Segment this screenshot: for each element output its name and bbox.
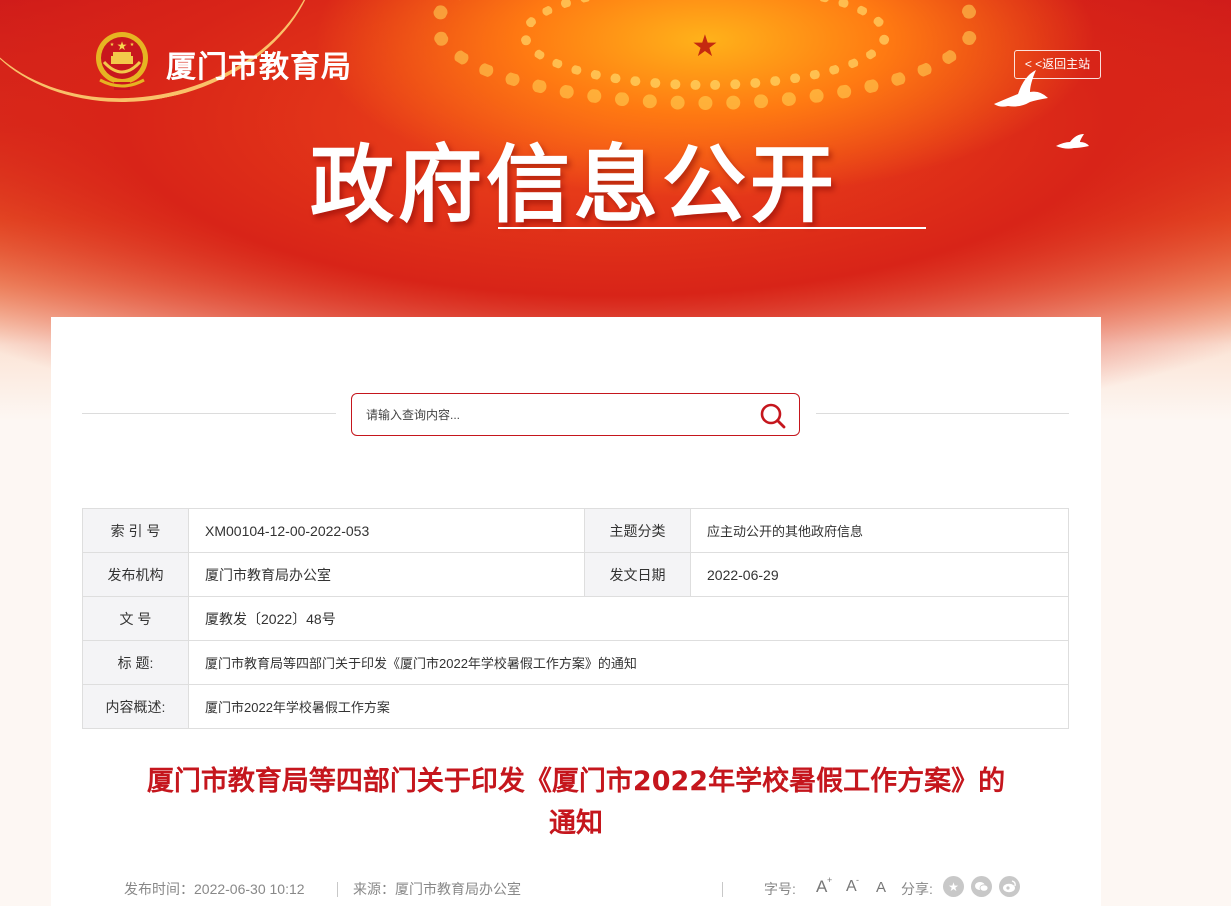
national-emblem-icon: ★ ★ ★	[96, 32, 148, 90]
font-size-large-button[interactable]: A	[816, 877, 827, 897]
svg-text:★: ★	[948, 880, 959, 894]
publisher-label: 发布机构	[82, 552, 189, 597]
share-label: 分享:	[901, 881, 933, 897]
dove-icon	[994, 70, 1048, 107]
svg-text:★: ★	[117, 39, 128, 53]
table-row: 内容概述: 厦门市2022年学校暑假工作方案	[82, 684, 1069, 729]
font-plus-icon: +	[827, 875, 833, 885]
dove-small-icon	[1056, 134, 1089, 149]
document-number-label: 文 号	[82, 596, 189, 641]
content-card: 索 引 号 XM00104-12-00-2022-053 主题分类 应主动公开的…	[51, 317, 1101, 906]
table-row: 索 引 号 XM00104-12-00-2022-053 主题分类 应主动公开的…	[82, 508, 1069, 553]
article-title-line-1: 厦门市教育局等四部门关于印发《厦门市2022年学校暑假工作方案》的	[146, 766, 1006, 797]
title-value: 厦门市教育局等四部门关于印发《厦门市2022年学校暑假工作方案》的通知	[188, 640, 1069, 685]
font-size-label: 字号:	[764, 881, 796, 897]
search-icon[interactable]	[759, 402, 787, 430]
index-number-value: XM00104-12-00-2022-053	[188, 508, 585, 553]
article-meta-bar: 发布时间：2022-06-30 10:12 来源：厦门市教育局办公室 字号: A…	[124, 875, 1029, 901]
issue-date-label: 发文日期	[584, 552, 691, 597]
weibo-icon[interactable]	[999, 876, 1020, 897]
search-divider-left	[82, 413, 336, 414]
svg-text:★: ★	[130, 42, 135, 48]
star-share-icon[interactable]: ★	[943, 876, 964, 897]
article-title: 厦门市教育局等四部门关于印发《厦门市2022年学校暑假工作方案》的 通知	[111, 761, 1041, 845]
table-row: 发布机构 厦门市教育局办公室 发文日期 2022-06-29	[82, 552, 1069, 597]
source: 来源：厦门市教育局办公室	[353, 881, 521, 897]
title-label: 标 题:	[82, 640, 189, 685]
topic-category-value: 应主动公开的其他政府信息	[690, 508, 1069, 553]
issue-date-value: 2022-06-29	[690, 552, 1069, 597]
site-name[interactable]: 厦门市教育局	[166, 42, 352, 86]
table-row: 文 号 厦教发〔2022〕48号	[82, 596, 1069, 641]
publish-time: 发布时间：2022-06-30 10:12	[124, 881, 305, 897]
decorative-star-icon: ★	[691, 29, 719, 64]
hero-title: 政府信息公开	[310, 136, 839, 234]
summary-value: 厦门市2022年学校暑假工作方案	[188, 684, 1069, 729]
meta-divider	[337, 882, 338, 897]
wechat-icon[interactable]	[971, 876, 992, 897]
publisher-value: 厦门市教育局办公室	[188, 552, 585, 597]
hero-underline-divider	[498, 227, 926, 229]
font-minus-icon: -	[856, 875, 859, 885]
svg-text:★: ★	[110, 42, 115, 48]
search-divider-right	[816, 413, 1069, 414]
article-title-line-2: 通知	[549, 808, 603, 839]
font-size-small-button[interactable]: A	[876, 879, 886, 896]
document-info-table: 索 引 号 XM00104-12-00-2022-053 主题分类 应主动公开的…	[82, 508, 1069, 729]
index-number-label: 索 引 号	[82, 508, 189, 553]
search-box	[351, 393, 800, 436]
table-row: 标 题: 厦门市教育局等四部门关于印发《厦门市2022年学校暑假工作方案》的通知	[82, 640, 1069, 685]
search-input[interactable]	[366, 394, 746, 435]
topic-category-label: 主题分类	[584, 508, 691, 553]
document-number-value: 厦教发〔2022〕48号	[188, 596, 1069, 641]
meta-divider	[722, 882, 723, 897]
summary-label: 内容概述:	[82, 684, 189, 729]
